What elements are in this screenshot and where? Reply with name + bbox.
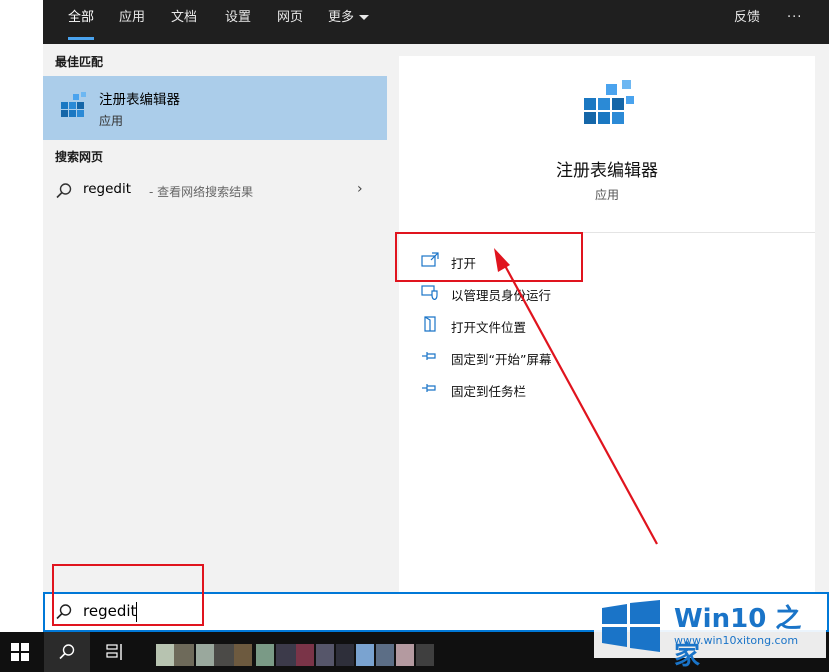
annotation-arrow (494, 248, 658, 545)
windows-logo-icon (602, 600, 660, 652)
watermark-url: www.win10xitong.com (674, 634, 799, 647)
watermark: Win10 之家 www.win10xitong.com (594, 594, 826, 671)
